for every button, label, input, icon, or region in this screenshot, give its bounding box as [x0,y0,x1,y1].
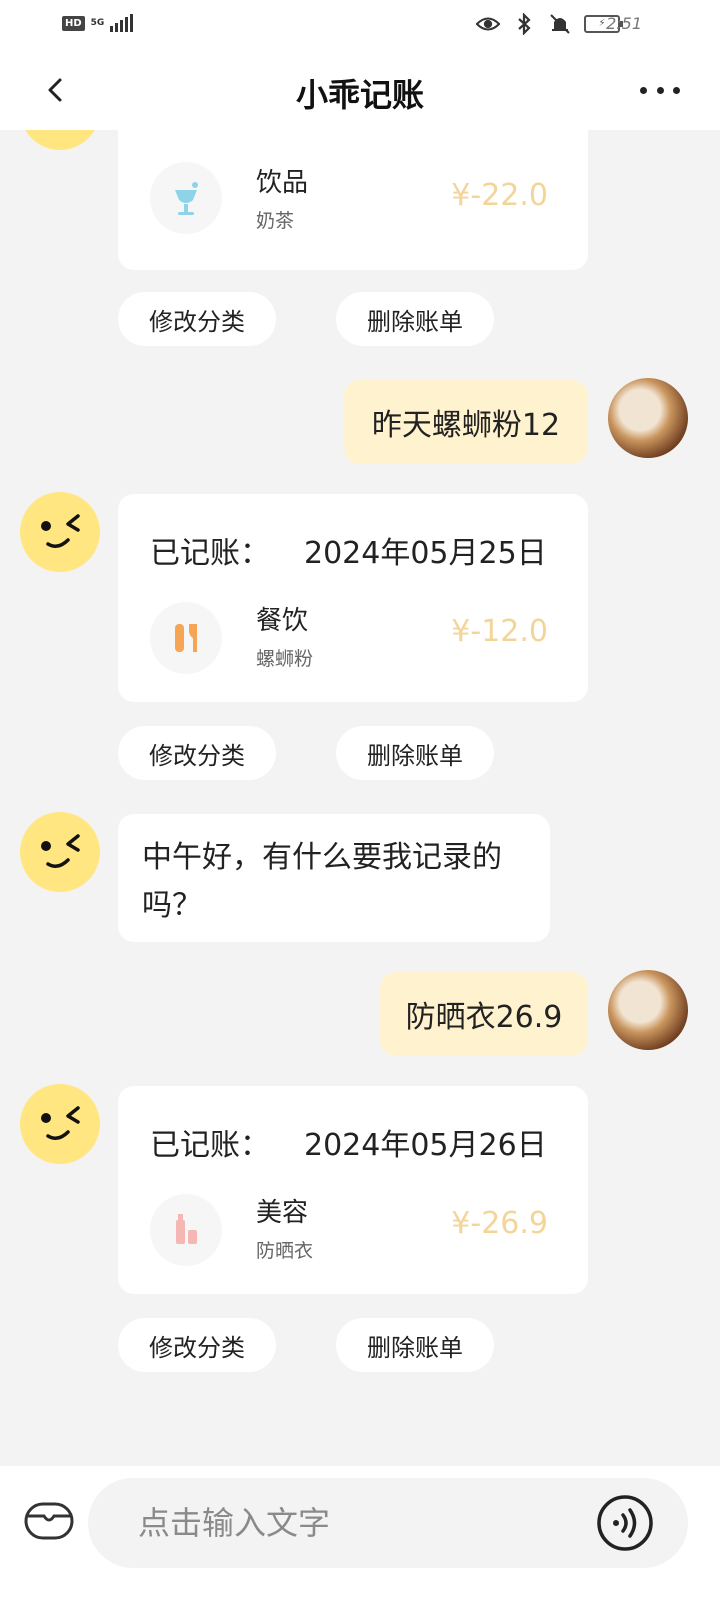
status-bar: HD 5G ⚡ 2:51 [0,0,720,52]
category-icon-wrap [150,602,222,674]
bill-card: 已记账： 2024年05月25日 餐饮 螺蛳粉 ¥-12.0 [118,494,588,702]
voice-icon [597,1495,653,1551]
user-message: 防晒衣26.9 [380,972,588,1056]
dot-icon [640,86,647,94]
more-button[interactable] [640,74,680,106]
delete-bill-button[interactable]: 删除账单 [336,726,494,780]
chat-list[interactable]: 饮品 奶茶 ¥-22.0 修改分类 删除账单 昨天螺蛳粉12 已记账： 2024… [0,130,720,1466]
hd-badge: HD [62,15,85,31]
amount: ¥-26.9 [451,1206,548,1241]
bot-avatar [20,130,100,150]
modify-category-button[interactable]: 修改分类 [118,1318,276,1372]
category-note: 螺蛳粉 [256,648,314,670]
eye-icon [476,12,500,36]
page-title: 小乖记账 [295,76,424,114]
card-date: 2024年05月26日 [304,1128,547,1163]
bluetooth-icon [512,12,536,36]
modify-category-button[interactable]: 修改分类 [118,726,276,780]
delete-bill-button[interactable]: 删除账单 [336,292,494,346]
bot-message: 中午好，有什么要我记录的吗？ [118,814,550,942]
card-title: 已记账： [150,1128,270,1163]
amount: ¥-12.0 [451,614,548,649]
bot-avatar [20,492,100,572]
modify-category-button[interactable]: 修改分类 [118,292,276,346]
wink-face-icon [41,514,80,548]
status-left: HD 5G [62,14,134,32]
card-date: 2024年05月25日 [304,536,547,571]
wallet-icon [24,1502,74,1540]
bot-avatar [20,1084,100,1164]
category-name: 饮品 [256,168,309,198]
category-icon-wrap [150,162,222,234]
bill-card: 饮品 奶茶 ¥-22.0 [118,130,588,270]
voice-button[interactable] [596,1494,654,1552]
wallet-button[interactable] [22,1494,76,1548]
dot-icon [656,86,664,94]
drink-icon [175,182,198,215]
user-avatar[interactable] [608,378,688,458]
wink-face-icon [41,1106,80,1140]
bot-avatar [20,812,100,892]
category-name: 美容 [256,1198,309,1228]
amount: ¥-22.0 [451,178,548,213]
clock: 2:51 [606,14,642,33]
dot-icon [673,86,680,94]
category-note: 奶茶 [256,210,295,232]
user-avatar[interactable] [608,970,688,1050]
dining-icon [175,624,197,652]
user-message: 昨天螺蛳粉12 [344,380,588,464]
header: 小乖记账 [0,52,720,130]
signal-icon [110,14,134,32]
category-name: 餐饮 [256,606,309,636]
network-label: 5G [90,17,105,28]
cosmetics-icon [176,1214,197,1244]
delete-bill-button[interactable]: 删除账单 [336,1318,494,1372]
mute-bell-icon [548,12,572,36]
wink-face-icon [41,834,80,868]
category-note: 防晒衣 [256,1240,314,1262]
bill-card: 已记账： 2024年05月26日 美容 防晒衣 ¥-26.9 [118,1086,588,1294]
card-title: 已记账： [150,536,270,571]
input-bar [0,1466,720,1600]
category-icon-wrap [150,1194,222,1266]
status-right: ⚡ [476,12,623,36]
